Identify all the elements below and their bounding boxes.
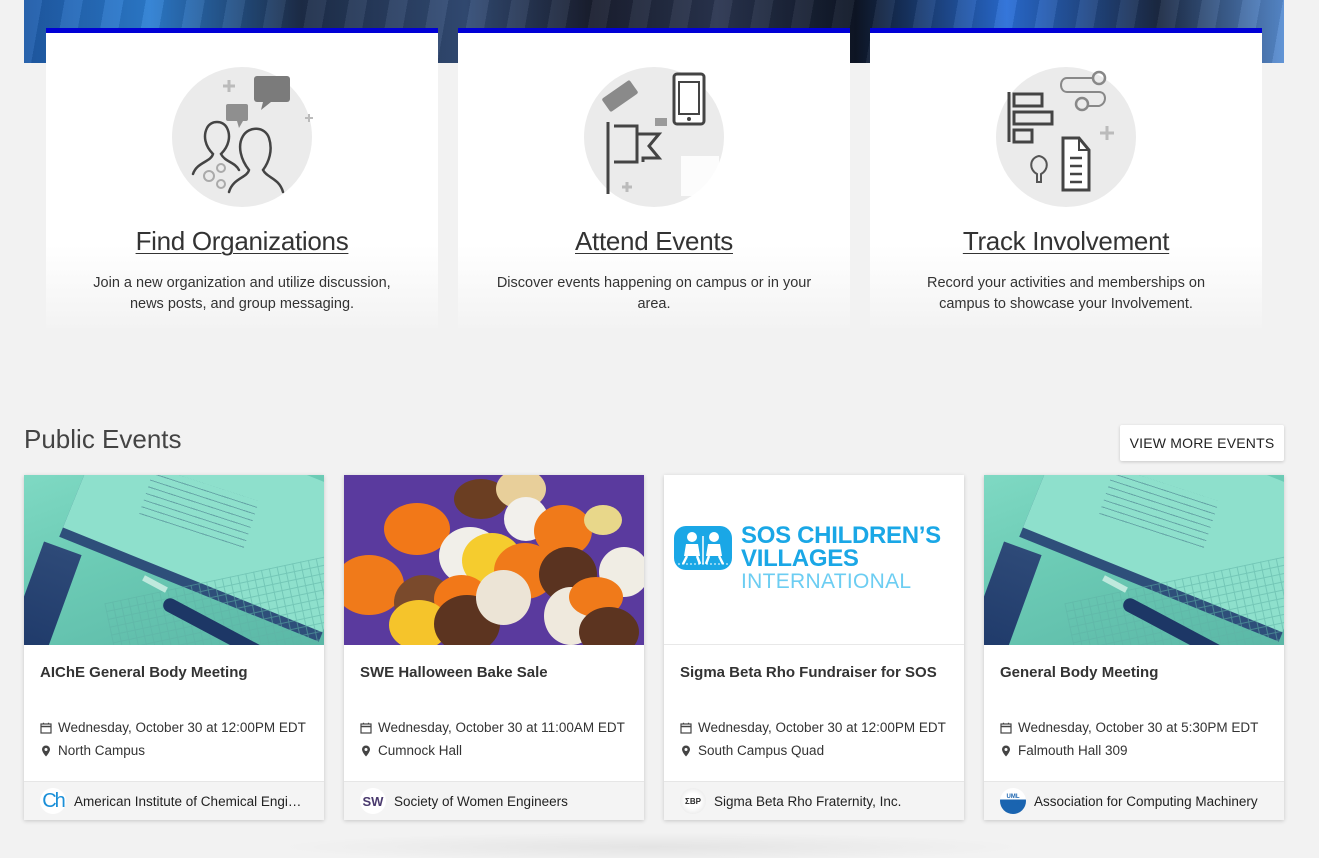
feature-card-track-involvement: Track Involvement Record your activities… <box>870 28 1262 328</box>
event-organization[interactable]: Ch American Institute of Chemical Engi… <box>24 781 324 820</box>
event-datetime: Wednesday, October 30 at 5:30PM EDT <box>1018 720 1259 735</box>
org-logo-sigma-beta-rho: ΣΒΡ <box>680 788 706 814</box>
event-card[interactable]: SWE Halloween Bake Sale Wednesday, Octob… <box>344 475 644 820</box>
event-organization[interactable]: ΣΒΡ Sigma Beta Rho Fraternity, Inc. <box>664 781 964 820</box>
sos-logo-line-3: INTERNATIONAL <box>741 570 912 593</box>
calendar-icon <box>360 722 372 734</box>
org-logo-aiche: Ch <box>40 788 66 814</box>
event-title[interactable]: Sigma Beta Rho Fundraiser for SOS <box>680 645 948 681</box>
location-pin-icon <box>1002 745 1010 756</box>
calendar-icon <box>680 722 692 734</box>
public-events-heading: Public Events <box>24 424 182 454</box>
event-flag-phone-icon <box>583 66 725 208</box>
organization-name: Society of Women Engineers <box>394 793 568 809</box>
attend-events-description: Discover events happening on campus or i… <box>496 275 812 312</box>
feature-card-find-organizations: Find Organizations Join a new organizati… <box>46 28 438 328</box>
event-title[interactable]: General Body Meeting <box>1000 645 1268 681</box>
event-location: North Campus <box>58 743 146 758</box>
location-pin-icon <box>682 745 690 756</box>
event-card-list: AIChE General Body Meeting Wednesday, Oc… <box>24 475 1284 820</box>
organization-name: Association for Computing Machinery <box>1034 793 1258 809</box>
event-title[interactable]: SWE Halloween Bake Sale <box>360 645 628 681</box>
location-pin-icon <box>42 745 50 756</box>
event-datetime: Wednesday, October 30 at 11:00AM EDT <box>378 720 625 735</box>
location-pin-icon <box>362 745 370 756</box>
event-datetime: Wednesday, October 30 at 12:00PM EDT <box>698 720 946 735</box>
document-chart-icon <box>995 66 1137 208</box>
event-image-notebook <box>984 475 1284 645</box>
event-card[interactable]: AIChE General Body Meeting Wednesday, Oc… <box>24 475 324 820</box>
track-involvement-description: Record your activities and memberships o… <box>926 275 1206 312</box>
feature-card-attend-events: Attend Events Discover events happening … <box>458 28 850 328</box>
people-chat-icon <box>171 66 313 208</box>
event-datetime: Wednesday, October 30 at 12:00PM EDT <box>58 720 306 735</box>
event-image-sos-logo: SOS CHILDREN’S VILLAGES INTERNATIONAL <box>664 475 964 645</box>
footer-shadow <box>270 832 1030 858</box>
org-logo-acm: UML ACM <box>1000 788 1026 814</box>
org-logo-swe: SW <box>360 788 386 814</box>
event-location: Falmouth Hall 309 <box>1018 743 1128 758</box>
calendar-icon <box>40 722 52 734</box>
event-location: South Campus Quad <box>698 743 825 758</box>
find-organizations-link[interactable]: Find Organizations <box>136 226 349 257</box>
feature-cards: Find Organizations Join a new organizati… <box>46 28 1262 328</box>
event-image-notebook <box>24 475 324 645</box>
event-image-halloween-cookies <box>344 475 644 645</box>
find-organizations-description: Join a new organization and utilize disc… <box>93 275 391 312</box>
sos-logo-line-2: VILLAGES <box>741 545 859 572</box>
view-more-events-button[interactable]: VIEW MORE EVENTS <box>1120 425 1284 461</box>
event-card[interactable]: SOS CHILDREN’S VILLAGES INTERNATIONAL Si… <box>664 475 964 820</box>
event-title[interactable]: AIChE General Body Meeting <box>40 645 308 681</box>
sos-children-icon <box>674 526 732 570</box>
event-card[interactable]: General Body Meeting Wednesday, October … <box>984 475 1284 820</box>
calendar-icon <box>1000 722 1012 734</box>
sos-logo-line-1: SOS CHILDREN’S <box>741 522 941 549</box>
event-organization[interactable]: UML ACM Association for Computing Machin… <box>984 781 1284 820</box>
event-organization[interactable]: SW Society of Women Engineers <box>344 781 644 820</box>
organization-name: American Institute of Chemical Engi… <box>74 793 302 809</box>
event-location: Cumnock Hall <box>378 743 463 758</box>
organization-name: Sigma Beta Rho Fraternity, Inc. <box>714 793 902 809</box>
attend-events-link[interactable]: Attend Events <box>575 226 733 257</box>
track-involvement-link[interactable]: Track Involvement <box>963 226 1170 257</box>
